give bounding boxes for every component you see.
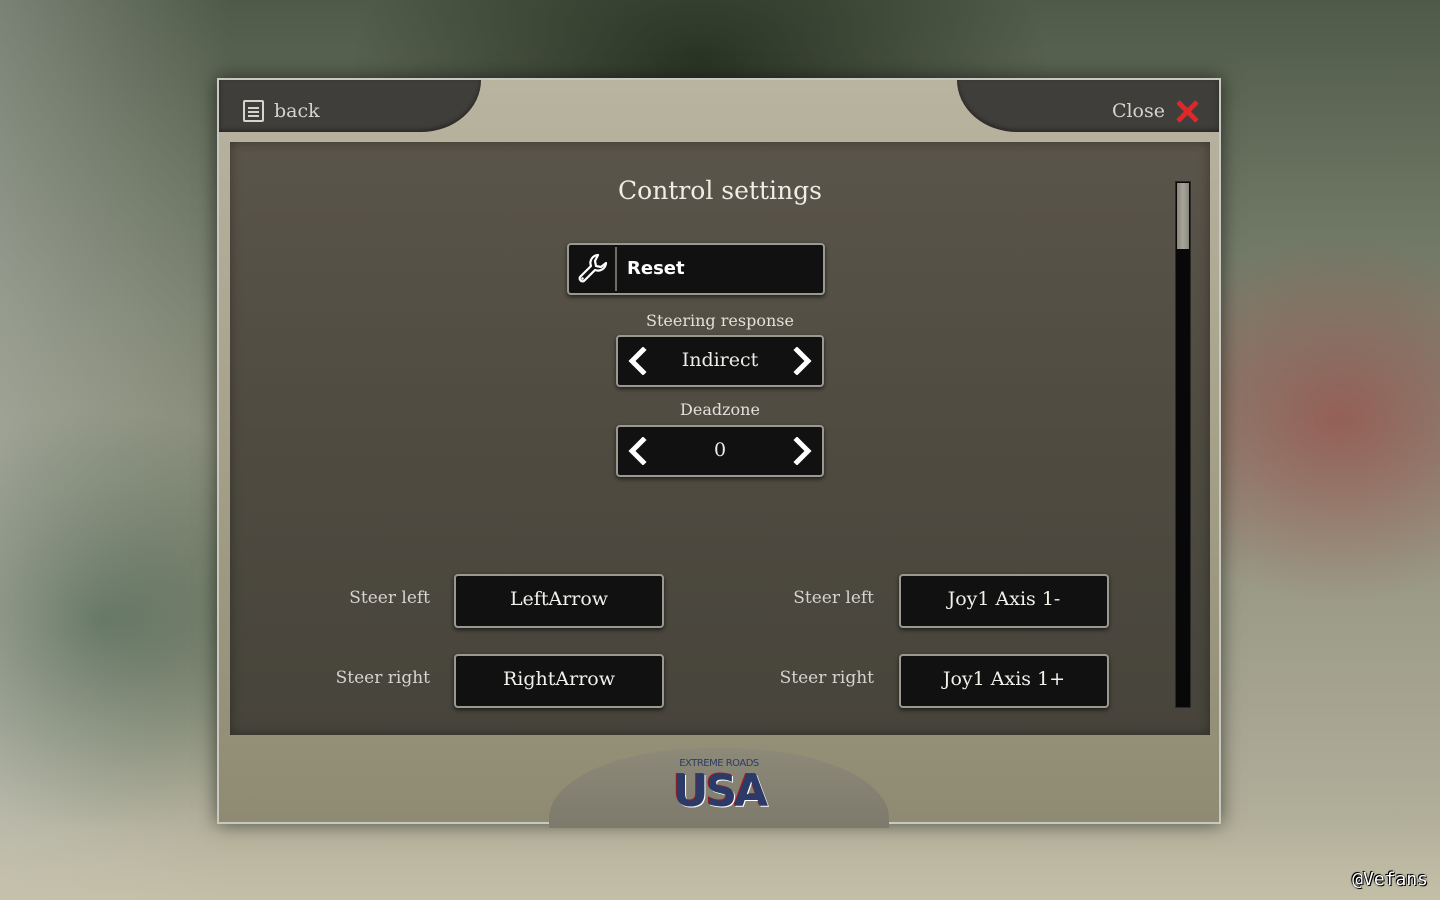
- back-button[interactable]: back: [243, 98, 320, 124]
- steering-response-label: Steering response: [646, 311, 794, 330]
- background-blur-left: [0, 0, 230, 900]
- close-button[interactable]: Close: [1112, 98, 1199, 124]
- close-label: Close: [1111, 100, 1165, 122]
- reset-label: Reset: [627, 258, 685, 279]
- chevron-right-icon[interactable]: [788, 437, 816, 465]
- steer-right-label: Steer right: [335, 668, 430, 688]
- joy-steer-left-button[interactable]: Joy1 Axis 1-: [899, 574, 1109, 628]
- steering-response-selector: Indirect: [616, 335, 824, 387]
- wrench-icon: [571, 247, 617, 291]
- steering-response-value: Indirect: [681, 349, 759, 371]
- background-blur-bottom: [0, 820, 1440, 900]
- joy-steer-right-label: Steer right: [779, 668, 874, 688]
- logo-area: EXTREME ROADS USA: [549, 748, 889, 828]
- document-icon: [243, 100, 264, 122]
- back-label: back: [274, 100, 320, 122]
- close-x-icon: [1175, 99, 1199, 123]
- logo-usa: USA: [672, 766, 768, 817]
- reset-button[interactable]: Reset: [567, 243, 825, 295]
- deadzone-value: 0: [713, 439, 727, 461]
- settings-panel: Control settings Reset Steering response…: [230, 142, 1210, 735]
- steer-left-key-button[interactable]: LeftArrow: [454, 574, 664, 628]
- scrollbar-thumb[interactable]: [1177, 183, 1189, 249]
- chevron-left-icon[interactable]: [624, 347, 652, 375]
- window-topbar: back Close: [219, 80, 1219, 140]
- steer-left-label: Steer left: [349, 588, 430, 608]
- watermark: @Vefans: [1352, 869, 1428, 890]
- control-settings-window: back Close Control settings Reset Steeri…: [217, 78, 1221, 828]
- page-title: Control settings: [618, 176, 822, 205]
- chevron-right-icon[interactable]: [788, 347, 816, 375]
- chevron-left-icon[interactable]: [624, 437, 652, 465]
- scrollbar[interactable]: [1175, 181, 1191, 708]
- joy-steer-left-label: Steer left: [793, 588, 874, 608]
- deadzone-selector: 0: [616, 425, 824, 477]
- deadzone-label: Deadzone: [680, 400, 760, 419]
- joy-steer-right-button[interactable]: Joy1 Axis 1+: [899, 654, 1109, 708]
- steer-right-key-button[interactable]: RightArrow: [454, 654, 664, 708]
